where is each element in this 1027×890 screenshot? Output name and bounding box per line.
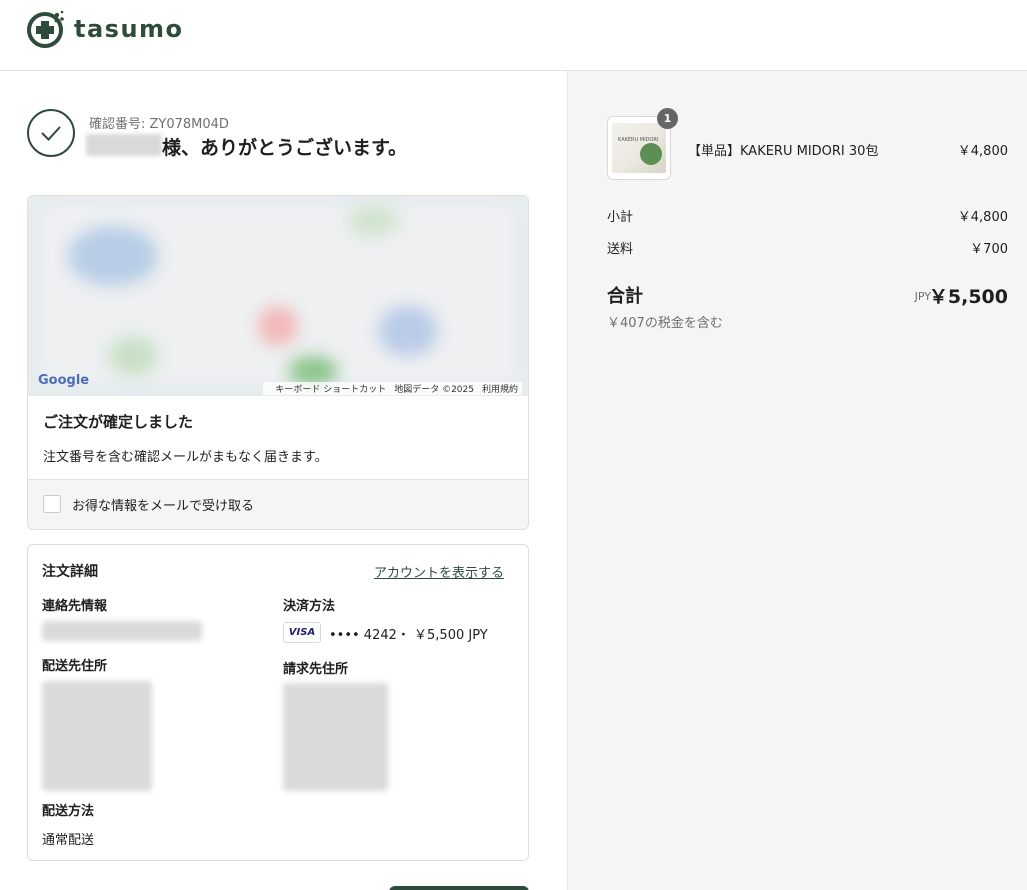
order-status-card: Google キーボード ショートカット 地図データ ©2025 利用規約 ご注文が…	[27, 195, 529, 530]
total-value: ￥5,500	[928, 286, 1008, 308]
billing-address-redacted	[283, 683, 388, 791]
google-logo: Google	[38, 373, 90, 388]
total-label: 合計	[607, 286, 643, 307]
customer-name-redacted	[86, 134, 162, 156]
shipping-fee-label: 送料	[607, 242, 634, 257]
quantity-badge: 1	[657, 108, 678, 129]
shipping-method-value: 通常配送	[42, 833, 95, 848]
product-price: ￥4,800	[957, 144, 1008, 159]
order-details-card: 注文詳細 アカウントを表示する 連絡先情報 決済方法 VISA •••• 424…	[27, 544, 529, 861]
contact-info-label: 連絡先情報	[42, 599, 108, 614]
email-optin-checkbox[interactable]	[43, 495, 61, 513]
confirmation-number: 確認番号: ZY078M04D	[89, 117, 229, 132]
delivery-map[interactable]: Google キーボード ショートカット 地図データ ©2025 利用規約	[28, 196, 528, 396]
product-image: KAKERU MIDORI	[612, 123, 666, 173]
order-confirmed-title: ご注文が確定しました	[43, 413, 194, 431]
tax-note: ￥407の税金を含む	[607, 316, 723, 331]
email-optin-row: お得な情報をメールで受け取る	[28, 479, 528, 529]
visa-card-icon: VISA	[283, 622, 321, 643]
product-image-accent	[640, 143, 662, 165]
shipping-fee-value: ￥700	[970, 242, 1008, 257]
map-park-blob	[348, 206, 398, 236]
tasumo-logo-icon	[27, 10, 64, 48]
view-account-link[interactable]: アカウントを表示する	[374, 562, 504, 581]
subtotal-value: ￥4,800	[957, 210, 1008, 225]
checkmark-icon	[27, 109, 75, 157]
map-pin-blob	[258, 306, 298, 346]
map-footer: キーボード ショートカット 地図データ ©2025 利用規約	[263, 382, 522, 395]
shipping-method-label: 配送方法	[42, 804, 95, 819]
logo[interactable]: tasumo	[26, 9, 184, 49]
payment-details: •••• 4242・ ￥5,500 JPY	[329, 628, 488, 643]
map-water-blob	[378, 306, 438, 356]
subtotal-label: 小計	[607, 210, 634, 225]
map-water-blob	[68, 226, 158, 286]
order-details-title: 注文詳細	[42, 564, 98, 580]
shipping-address-redacted	[42, 681, 152, 791]
billing-address-label: 請求先住所	[283, 662, 349, 677]
map-park-blob	[108, 336, 158, 376]
shipping-address-label: 配送先住所	[42, 659, 108, 674]
contact-info-redacted	[42, 621, 202, 641]
order-confirmed-subtitle: 注文番号を含む確認メールがまもなく届きます。	[43, 450, 328, 465]
continue-shopping-button[interactable]	[389, 886, 529, 890]
product-thumbnail: KAKERU MIDORI 1	[607, 108, 678, 180]
map-terms-link[interactable]: 利用規約	[482, 385, 518, 395]
email-optin-label[interactable]: お得な情報をメールで受け取る	[72, 495, 254, 514]
map-data-credit: 地図データ ©2025	[394, 385, 474, 395]
payment-method-label: 決済方法	[283, 599, 336, 614]
thank-you-heading: 様、ありがとうございます。	[162, 137, 408, 159]
product-name: 【単品】KAKERU MIDORI 30包	[688, 144, 879, 159]
order-summary-panel: KAKERU MIDORI 1 【単品】KAKERU MIDORI 30包 ￥4…	[567, 71, 1027, 890]
map-keyboard-shortcuts[interactable]: キーボード ショートカット	[275, 385, 386, 395]
logo-text: tasumo	[74, 15, 184, 43]
header: tasumo	[0, 0, 1027, 71]
